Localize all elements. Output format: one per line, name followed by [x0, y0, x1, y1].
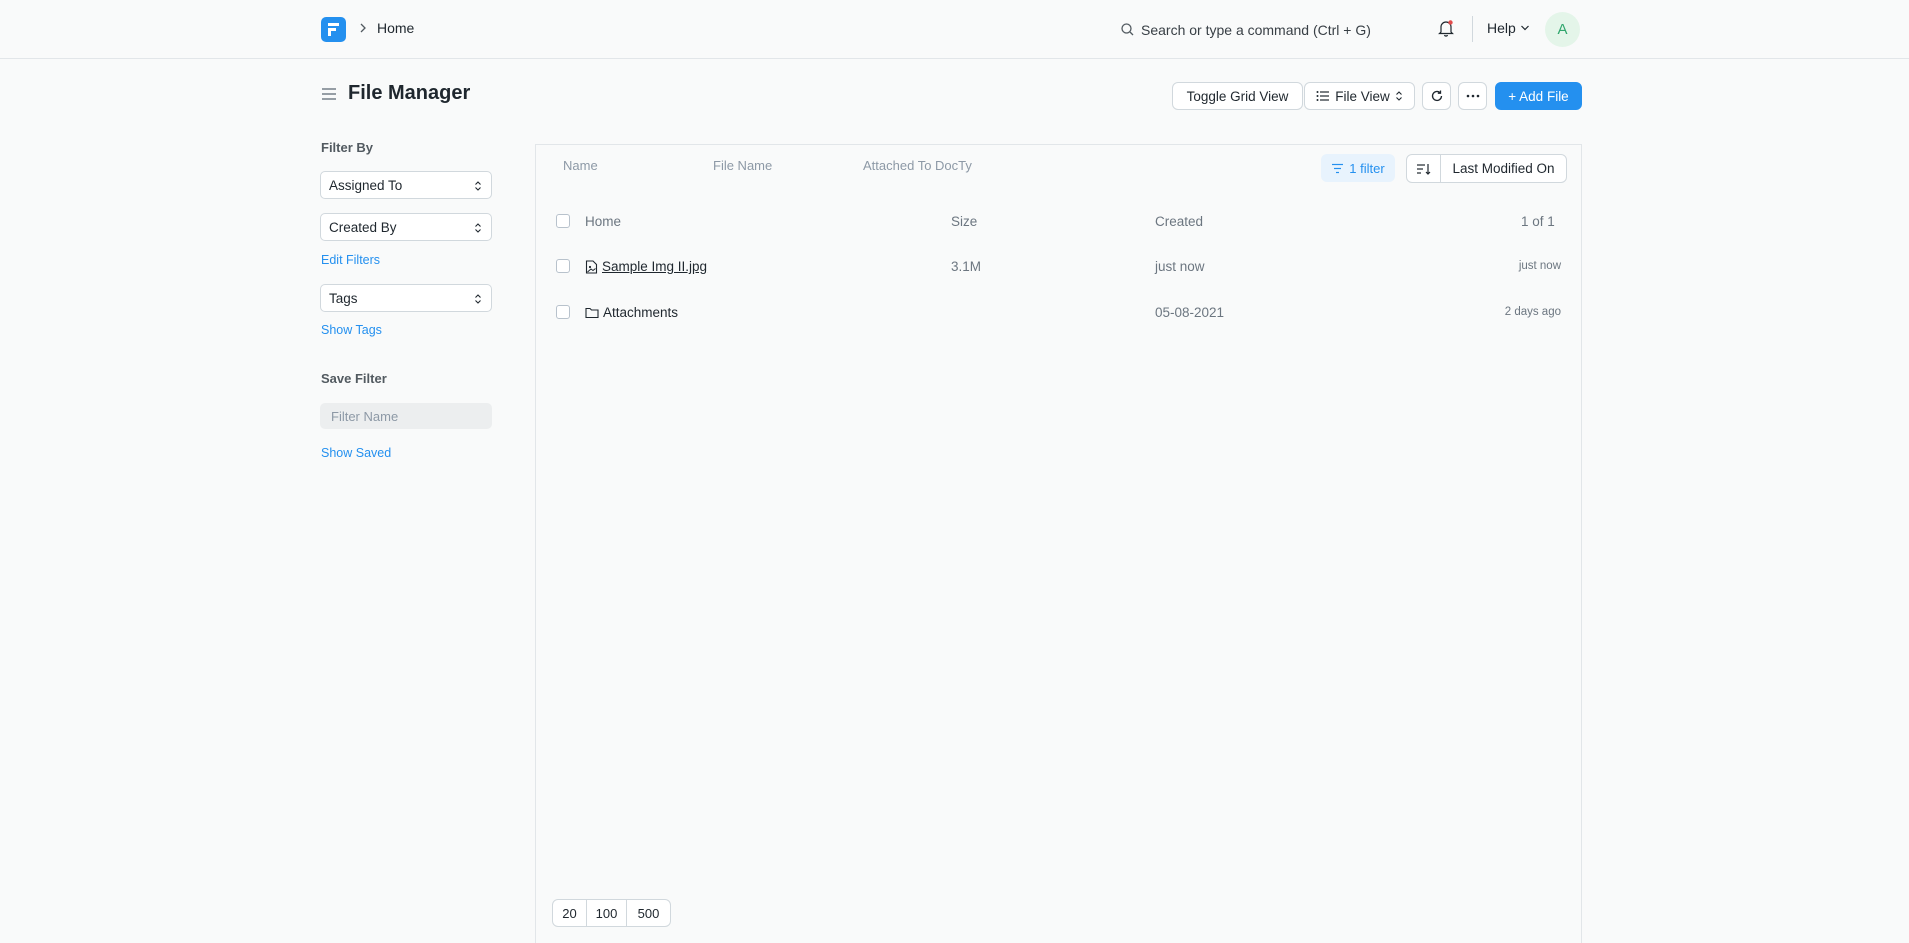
search-icon	[1121, 23, 1134, 36]
sort-descending-icon	[1417, 163, 1431, 175]
column-header-size: Size	[951, 214, 978, 229]
created-by-select[interactable]: Created By	[320, 213, 492, 241]
row-modified: just now	[1518, 260, 1561, 272]
toggle-grid-view-button[interactable]: Toggle Grid View	[1172, 82, 1303, 110]
sort-field-button[interactable]: Last Modified On	[1441, 155, 1566, 182]
page-length-selector: 20 100 500	[552, 899, 671, 927]
select-arrows-icon	[475, 223, 481, 233]
refresh-button[interactable]	[1422, 82, 1451, 110]
image-file-icon	[585, 259, 598, 274]
show-tags-link[interactable]: Show Tags	[321, 323, 382, 337]
sort-order-button[interactable]	[1407, 155, 1441, 182]
result-count: 1 of 1	[1521, 214, 1555, 229]
search-input[interactable]	[1141, 16, 1421, 44]
add-file-button[interactable]: + Add File	[1495, 82, 1582, 110]
save-filter-label: Save Filter	[321, 371, 387, 386]
notification-bell-icon[interactable]	[1437, 18, 1455, 41]
chevron-down-icon	[1520, 25, 1529, 31]
app-logo[interactable]	[321, 17, 346, 42]
sidebar-toggle-icon[interactable]	[321, 87, 337, 104]
file-view-label: File View	[1335, 88, 1390, 104]
navbar: Home Help A	[0, 0, 1909, 59]
more-horizontal-icon	[1466, 94, 1479, 98]
user-avatar[interactable]: A	[1545, 12, 1580, 47]
page-length-20-button[interactable]: 20	[553, 900, 587, 926]
search-bar[interactable]	[1117, 16, 1422, 44]
row-checkbox[interactable]	[556, 259, 570, 273]
file-view-select[interactable]: File View	[1304, 82, 1415, 110]
more-actions-button[interactable]	[1458, 82, 1487, 110]
sort-selector: Last Modified On	[1406, 154, 1567, 183]
folder-icon	[585, 307, 599, 319]
assigned-to-label: Assigned To	[329, 177, 403, 193]
refresh-icon	[1431, 90, 1442, 102]
tags-select[interactable]: Tags	[320, 284, 492, 312]
row-checkbox[interactable]	[556, 305, 570, 319]
row-size: 3.1M	[951, 259, 982, 274]
select-arrows-icon	[475, 181, 481, 191]
toggle-grid-view-label: Toggle Grid View	[1186, 88, 1289, 104]
created-by-label: Created By	[329, 219, 397, 235]
name-filter-field[interactable]: Name	[563, 158, 598, 173]
help-dropdown[interactable]: Help	[1487, 20, 1530, 36]
attached-to-filter-field[interactable]: Attached To DocTy	[863, 158, 972, 173]
show-saved-link[interactable]: Show Saved	[321, 446, 391, 460]
page-length-100-button[interactable]: 100	[587, 900, 627, 926]
frappe-logo-icon	[328, 23, 339, 36]
tags-label: Tags	[329, 290, 358, 306]
filter-icon	[1332, 163, 1344, 173]
folder-name-link[interactable]: Attachments	[603, 305, 678, 320]
table-row[interactable]: Attachments	[585, 305, 678, 320]
help-label: Help	[1487, 20, 1516, 36]
filter-name-input[interactable]	[320, 403, 492, 429]
chevron-right-icon	[358, 21, 368, 38]
breadcrumb-home[interactable]: Home	[377, 20, 414, 36]
list-view-icon	[1316, 91, 1330, 101]
column-header-name[interactable]: Home	[585, 214, 621, 229]
row-created: 05-08-2021	[1155, 305, 1225, 320]
page-title: File Manager	[348, 82, 471, 104]
table-row[interactable]: Sample Img II.jpg	[585, 259, 707, 274]
row-created: just now	[1155, 259, 1205, 274]
file-name-link[interactable]: Sample Img II.jpg	[602, 259, 707, 274]
assigned-to-select[interactable]: Assigned To	[320, 171, 492, 199]
edit-filters-link[interactable]: Edit Filters	[321, 253, 380, 267]
select-arrows-icon	[1395, 91, 1402, 101]
select-arrows-icon	[475, 294, 481, 304]
row-modified: 2 days ago	[1504, 306, 1561, 318]
select-all-checkbox[interactable]	[556, 214, 570, 228]
file-name-filter-field[interactable]: File Name	[713, 158, 772, 173]
filter-by-label: Filter By	[321, 140, 374, 155]
filter-button[interactable]: 1 filter	[1321, 154, 1395, 182]
page-length-500-button[interactable]: 500	[627, 900, 670, 926]
navbar-divider	[1472, 16, 1473, 42]
filter-count-label: 1 filter	[1349, 160, 1385, 176]
column-header-created: Created	[1155, 214, 1204, 229]
